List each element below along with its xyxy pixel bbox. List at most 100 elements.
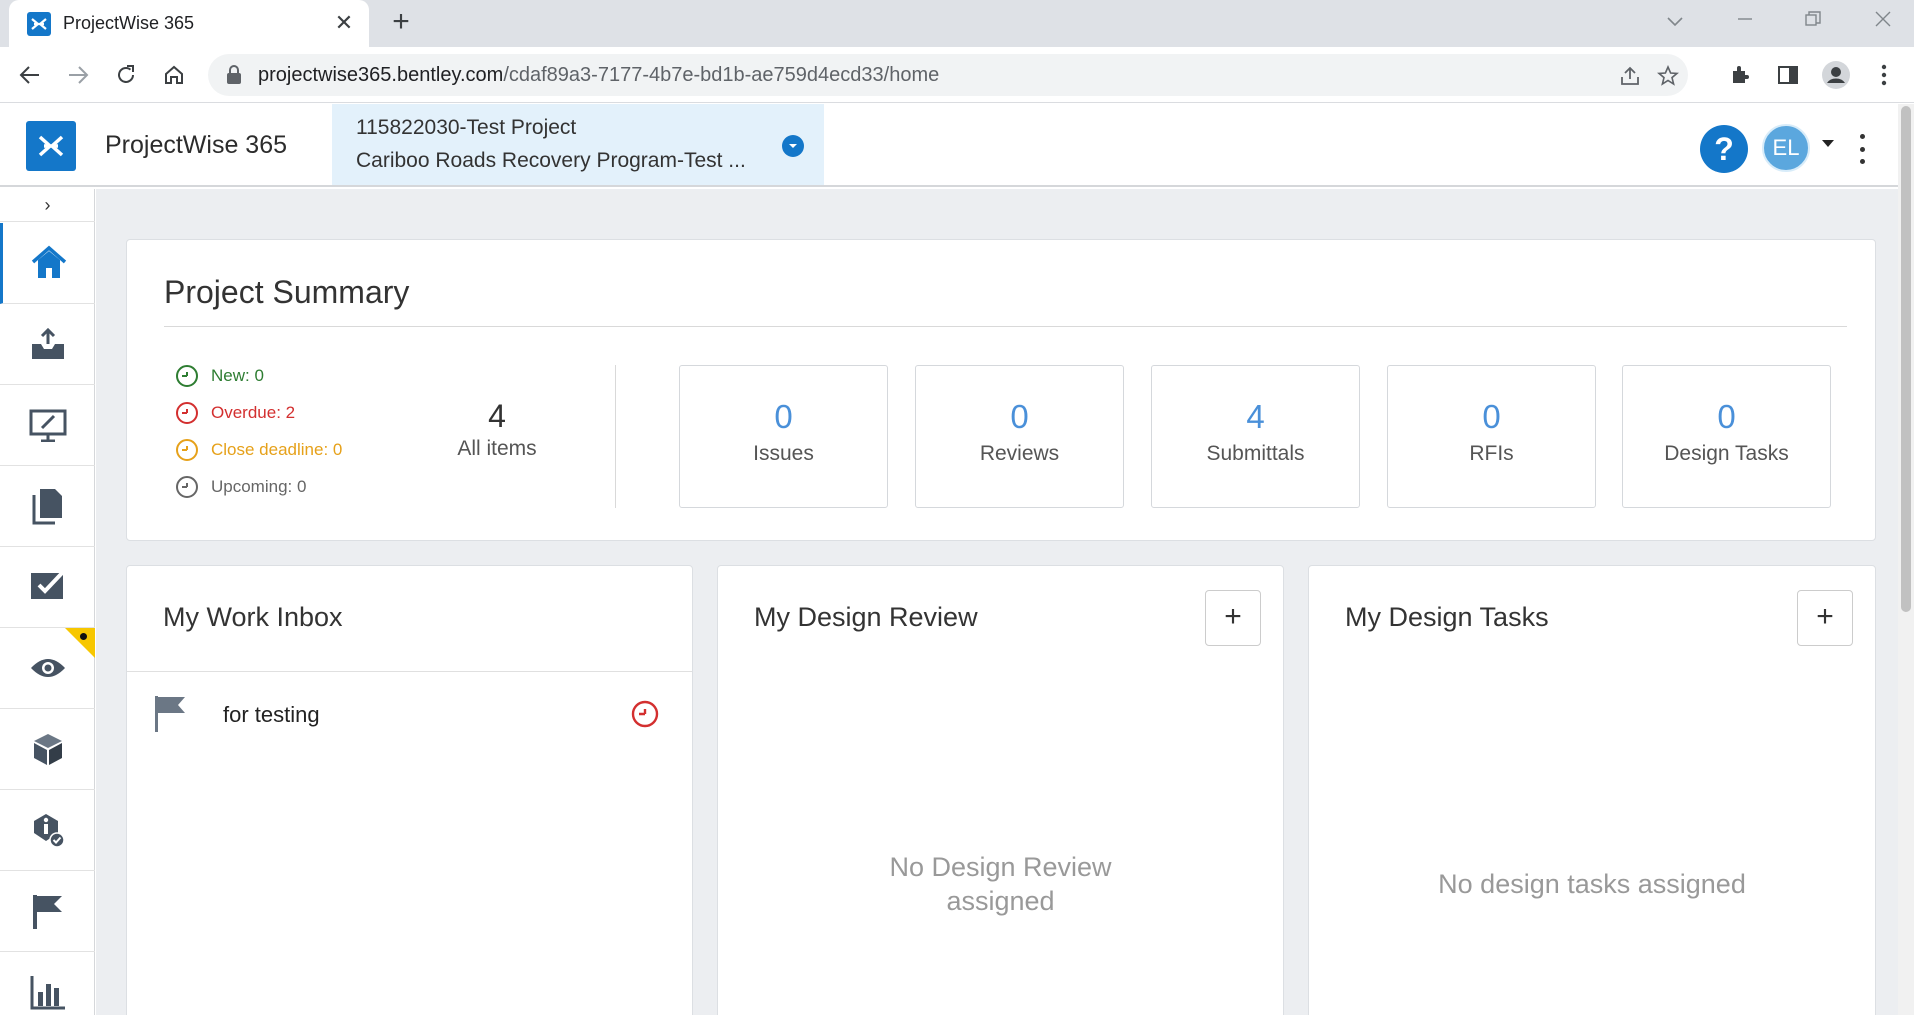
sidebar-item-reviews[interactable]	[0, 628, 95, 709]
address-bar[interactable]: projectwise365.bentley.com/cdaf89a3-7177…	[208, 54, 1688, 96]
project-selector[interactable]: 115822030-Test Project Cariboo Roads Rec…	[332, 104, 824, 185]
design-review-title: My Design Review	[754, 602, 978, 632]
browser-menu-icon[interactable]	[1868, 59, 1900, 91]
sidebar: ›	[0, 189, 95, 1015]
stat-reviews-label: Reviews	[979, 442, 1060, 465]
stat-issues-label: Issues	[753, 442, 814, 465]
browser-toolbar: projectwise365.bentley.com/cdaf89a3-7177…	[0, 47, 1914, 103]
profile-icon[interactable]	[1820, 59, 1852, 91]
info-check-icon	[33, 814, 65, 848]
flag-icon	[32, 895, 62, 929]
status-close-deadline[interactable]: Close deadline: 0	[175, 438, 342, 462]
forward-icon[interactable]	[60, 57, 96, 93]
all-items-counter[interactable]: 4 All items	[427, 398, 567, 461]
stat-design-tasks-label: Design Tasks	[1664, 442, 1789, 465]
user-avatar[interactable]: EL	[1762, 124, 1810, 172]
sidebar-item-home[interactable]	[0, 223, 95, 304]
status-close-deadline-label: Close deadline: 0	[211, 440, 343, 459]
tab-search-icon[interactable]	[1655, 4, 1695, 38]
stat-reviews[interactable]: 0 Reviews	[915, 365, 1124, 508]
empty-message-line: assigned	[946, 886, 1055, 916]
add-design-review-button[interactable]: +	[1205, 590, 1261, 646]
sidebar-item-documents[interactable]	[0, 466, 95, 547]
sidebar-item-reports[interactable]	[0, 952, 95, 1015]
share-icon[interactable]	[1616, 62, 1644, 90]
inbox-upload-icon	[31, 327, 64, 359]
app-name: ProjectWise 365	[105, 131, 288, 159]
cube-icon	[33, 734, 62, 765]
extensions-icon[interactable]	[1724, 59, 1756, 91]
browser-tab[interactable]: ProjectWise 365 ✕	[9, 0, 369, 47]
browser-tab-strip: ProjectWise 365 ✕ +	[0, 0, 1914, 47]
url-text: projectwise365.bentley.com/cdaf89a3-7177…	[258, 64, 940, 86]
project-number: 115822030-Test Project	[356, 116, 577, 139]
stat-submittals-label: Submittals	[1206, 442, 1305, 465]
clock-icon	[176, 402, 198, 424]
stat-rfis-label: RFIs	[1469, 442, 1514, 465]
summary-vertical-divider	[615, 365, 616, 508]
home-browser-icon[interactable]	[156, 57, 192, 93]
stat-issues-count: 0	[774, 398, 793, 435]
design-tasks-title: My Design Tasks	[1345, 602, 1549, 632]
tab-title: ProjectWise 365	[63, 13, 195, 33]
sidebar-item-design-review[interactable]	[0, 385, 95, 466]
sidebar-item-inbox[interactable]	[0, 304, 95, 385]
projectwise-logo-icon[interactable]	[26, 121, 76, 171]
status-overdue[interactable]: Overdue: 2	[175, 401, 295, 425]
side-panel-icon[interactable]	[1772, 59, 1804, 91]
more-menu-icon[interactable]	[1852, 134, 1872, 164]
page-scrollbar[interactable]	[1898, 104, 1914, 1015]
overdue-clock-icon	[631, 700, 659, 728]
flag-icon	[155, 696, 185, 732]
stat-submittals[interactable]: 4 Submittals	[1151, 365, 1360, 508]
inbox-list-item[interactable]: for testing	[127, 672, 692, 754]
empty-message-line: No Design Review	[889, 852, 1112, 882]
new-tab-icon[interactable]: +	[386, 7, 416, 38]
status-new[interactable]: New: 0	[175, 364, 264, 388]
design-review-panel: My Design Review + No Design Review assi…	[717, 565, 1284, 1015]
main-content: Project Summary New: 0 Overdue: 2 Close …	[96, 189, 1898, 1015]
stat-submittals-count: 4	[1246, 398, 1265, 435]
summary-divider	[164, 326, 1847, 327]
all-items-count: 4	[488, 398, 506, 434]
status-new-label: New: 0	[211, 366, 264, 385]
tab-close-icon[interactable]: ✕	[331, 10, 357, 36]
stat-rfis[interactable]: 0 RFIs	[1387, 365, 1596, 508]
scrollbar-thumb[interactable]	[1901, 106, 1911, 612]
notification-dot	[80, 633, 87, 640]
minimize-icon[interactable]	[1725, 4, 1765, 38]
restore-icon[interactable]	[1793, 4, 1833, 38]
design-review-empty-message: No Design Review assigned	[718, 850, 1283, 918]
summary-title: Project Summary	[164, 274, 410, 310]
lock-icon	[227, 65, 241, 84]
status-upcoming[interactable]: Upcoming: 0	[175, 475, 306, 499]
caret-down-icon[interactable]	[1822, 140, 1834, 148]
inbox-item-label: for testing	[223, 702, 320, 727]
design-tasks-panel: My Design Tasks + No design tasks assign…	[1308, 565, 1876, 1015]
design-tasks-empty-message: No design tasks assigned	[1438, 869, 1746, 899]
reload-icon[interactable]	[108, 57, 144, 93]
stat-design-tasks-count: 0	[1717, 398, 1736, 435]
project-summary-card: Project Summary New: 0 Overdue: 2 Close …	[126, 239, 1876, 541]
work-inbox-panel: My Work Inbox for testing	[126, 565, 693, 1015]
clock-icon	[176, 476, 198, 498]
stat-issues[interactable]: 0 Issues	[679, 365, 888, 508]
chevron-down-icon[interactable]	[782, 135, 804, 157]
eye-icon	[30, 659, 65, 677]
help-button[interactable]: ?	[1700, 125, 1748, 173]
stat-rfis-count: 0	[1482, 398, 1501, 435]
monitor-edit-icon	[29, 409, 66, 442]
back-icon[interactable]	[12, 57, 48, 93]
sidebar-item-flags[interactable]	[0, 871, 95, 952]
sidebar-item-models[interactable]	[0, 709, 95, 790]
sidebar-item-tasks[interactable]	[0, 547, 95, 628]
checkbox-icon	[30, 570, 64, 599]
bookmark-star-icon[interactable]	[1654, 62, 1682, 90]
clock-icon	[176, 439, 198, 461]
add-design-task-button[interactable]: +	[1797, 590, 1853, 646]
sidebar-expand-toggle[interactable]: ›	[0, 189, 95, 222]
home-icon	[31, 245, 67, 278]
stat-design-tasks[interactable]: 0 Design Tasks	[1622, 365, 1831, 508]
close-window-icon[interactable]	[1863, 4, 1903, 38]
sidebar-item-issues[interactable]	[0, 790, 95, 871]
